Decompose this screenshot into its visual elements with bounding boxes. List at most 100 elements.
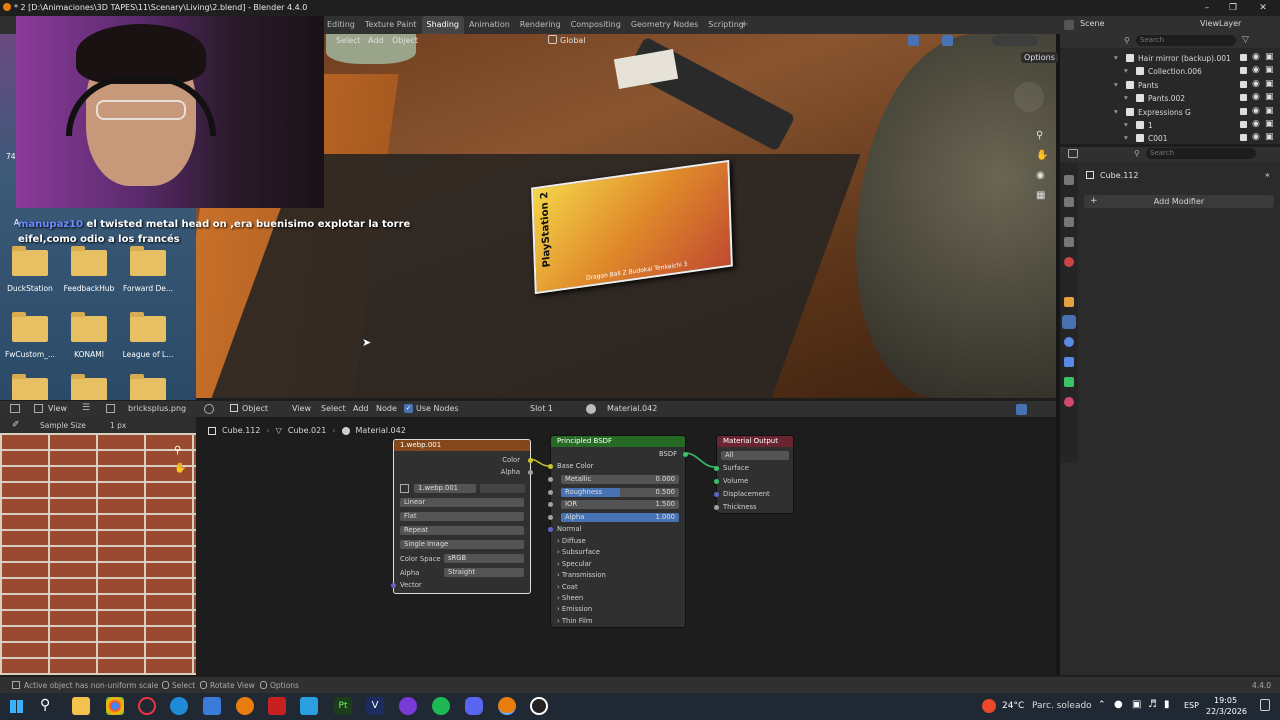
eye-icon[interactable]: ◉ (1252, 65, 1260, 75)
image-name-field[interactable]: bricksplus.png (128, 404, 186, 413)
slot-dropdown[interactable]: Slot 1 (530, 404, 553, 413)
workspace-tab[interactable]: Compositing (566, 16, 626, 34)
disclosure-triangle-icon[interactable]: ▾ (1124, 120, 1128, 129)
bsdf-input-socket[interactable] (548, 477, 553, 482)
thickness-input-socket[interactable] (714, 505, 719, 510)
interpolation-dropdown[interactable]: Linear (400, 498, 524, 507)
eye-icon[interactable]: ◉ (1252, 79, 1260, 89)
chrome-icon[interactable] (106, 697, 124, 715)
painter-icon[interactable]: Pt (334, 697, 352, 715)
microphone-icon[interactable]: ● (1114, 699, 1123, 710)
blender-taskbar-icon[interactable] (236, 697, 254, 715)
folder-icon[interactable] (130, 246, 166, 276)
zoom-icon[interactable]: ⚲ (1036, 130, 1043, 141)
node-menu-node[interactable]: Node (376, 404, 397, 413)
checkbox-icon[interactable] (1240, 134, 1247, 142)
pan-hand-icon[interactable]: ✋ (1036, 150, 1048, 161)
particles-tab-icon[interactable] (1064, 337, 1074, 347)
workspace-tab[interactable]: Shading (421, 16, 464, 34)
camera-icon[interactable]: ▣ (1265, 92, 1274, 102)
disclosure-triangle-icon[interactable]: ▾ (1114, 107, 1118, 116)
bsdf-input-socket[interactable] (548, 514, 553, 520)
outliner-row[interactable]: ▾ Expressions G ◉ ▣ (1060, 106, 1280, 119)
eyedropper-icon[interactable]: ✐ (12, 420, 20, 430)
output-target-dropdown[interactable]: All (721, 451, 789, 460)
folder-icon[interactable] (130, 312, 166, 342)
sample-size-value[interactable]: 1 px (110, 421, 126, 430)
node-menu-select[interactable]: Select (321, 404, 346, 413)
alpha-output-socket[interactable] (528, 470, 533, 475)
file-explorer-icon[interactable] (72, 697, 90, 715)
disclosure-triangle-icon[interactable]: ▾ (1124, 66, 1128, 75)
node-menu-add[interactable]: Add (353, 404, 369, 413)
disclosure-triangle-icon[interactable]: ▾ (1114, 53, 1118, 62)
hamburger-icon[interactable]: ☰ (82, 403, 90, 413)
image-browse-icon[interactable] (400, 484, 409, 493)
discord-icon[interactable] (465, 697, 483, 715)
outliner[interactable]: ⚲ Search ▽ ▾ Hair mirror (backup).001 ◉ ▣ ▾ C… (1060, 34, 1280, 144)
maximize-button[interactable]: ❐ (1220, 0, 1246, 16)
material-name-field[interactable]: Material.042 (607, 404, 657, 413)
image-node-header[interactable]: 1.webp.001 (394, 440, 530, 451)
camera-icon[interactable]: ▣ (1265, 119, 1274, 129)
node-canvas[interactable]: Cube.112 › ▽ Cube.021 › Material.042 1.w… (196, 417, 1058, 675)
checkbox-icon[interactable] (1240, 107, 1247, 115)
displacement-input-socket[interactable] (714, 492, 719, 497)
checkbox-icon[interactable] (1240, 54, 1247, 61)
node-menu-view[interactable]: View (292, 404, 311, 413)
folder-icon[interactable] (71, 374, 107, 400)
filter-icon[interactable]: ▽ (1242, 35, 1249, 45)
color-space-dropdown[interactable]: sRGB (444, 554, 524, 563)
bsdf-slider-alpha[interactable]: Alpha 1.000 (561, 512, 679, 522)
overlay-toggle-icon[interactable] (942, 35, 953, 46)
camera-icon[interactable]: ▣ (1265, 106, 1274, 116)
node-overlay-icon[interactable] (1016, 404, 1027, 415)
bsdf-panel-toggle[interactable]: › Specular (557, 560, 592, 568)
physics-tab-icon[interactable] (1064, 357, 1074, 367)
notification-icon[interactable] (1260, 699, 1270, 711)
workspace-tab[interactable]: Geometry Nodes (626, 16, 703, 34)
minimize-button[interactable]: – (1194, 0, 1220, 16)
weather-icon[interactable] (982, 699, 996, 713)
viewport-menu-add[interactable]: Add (368, 36, 384, 45)
spotify-icon[interactable] (432, 697, 450, 715)
camera-icon[interactable]: ▣ (1265, 79, 1274, 89)
bsdf-input-socket[interactable] (548, 502, 553, 507)
image-actions[interactable] (480, 484, 525, 493)
desktop-icon-label[interactable]: League of L... (113, 350, 183, 359)
checkbox-icon[interactable] (1240, 67, 1247, 75)
volume-input-socket[interactable] (714, 479, 719, 484)
editor-type-icon[interactable] (10, 404, 20, 413)
workspace-tab[interactable]: Rendering (515, 16, 566, 34)
edge-icon[interactable] (170, 697, 188, 715)
weather-desc[interactable]: Parc. soleado (1032, 701, 1092, 711)
output-node-header[interactable]: Material Output (717, 436, 793, 447)
pan-hand-icon[interactable]: ✋ (174, 463, 186, 474)
image-field[interactable]: 1.webp.001 (414, 484, 476, 493)
outliner-row[interactable]: ▾ Hair mirror (backup).001 ◉ ▣ (1060, 52, 1280, 65)
bsdf-panel-toggle[interactable]: › Transmission (557, 571, 606, 579)
camera-icon[interactable]: ▣ (1265, 65, 1274, 75)
view-layer-selector[interactable]: ViewLayer (1200, 19, 1241, 28)
outliner-search-input[interactable]: Search (1136, 35, 1236, 46)
video-editor-icon[interactable] (268, 697, 286, 715)
eye-icon[interactable]: ◉ (1252, 132, 1260, 142)
normal-input-socket[interactable] (548, 527, 553, 532)
checkbox-icon[interactable] (1240, 121, 1247, 128)
close-button[interactable]: ✕ (1250, 0, 1276, 16)
color-output-socket[interactable] (528, 458, 533, 463)
obs-icon[interactable] (530, 697, 548, 715)
battery-icon[interactable]: ▮ (1164, 699, 1170, 710)
scene-icon[interactable] (1064, 20, 1074, 30)
transform-orientation-dropdown[interactable]: Global (560, 36, 586, 45)
app-icon[interactable] (399, 697, 417, 715)
workspace-tab[interactable]: Editing (322, 16, 360, 34)
camera-icon[interactable]: ▣ (1265, 132, 1274, 142)
outliner-row[interactable]: ▾ 1 ◉ ▣ (1060, 119, 1280, 132)
bsdf-input-socket[interactable] (548, 489, 553, 495)
volume-icon[interactable]: ♬ (1148, 699, 1157, 710)
gizmo-toggle-icon[interactable] (908, 35, 919, 46)
bsdf-panel-toggle[interactable]: › Coat (557, 583, 578, 591)
perspective-grid-icon[interactable]: ▦ (1036, 190, 1045, 201)
image-texture-node[interactable]: 1.webp.001 Color Alpha 1.webp.001 Linear… (391, 439, 533, 594)
